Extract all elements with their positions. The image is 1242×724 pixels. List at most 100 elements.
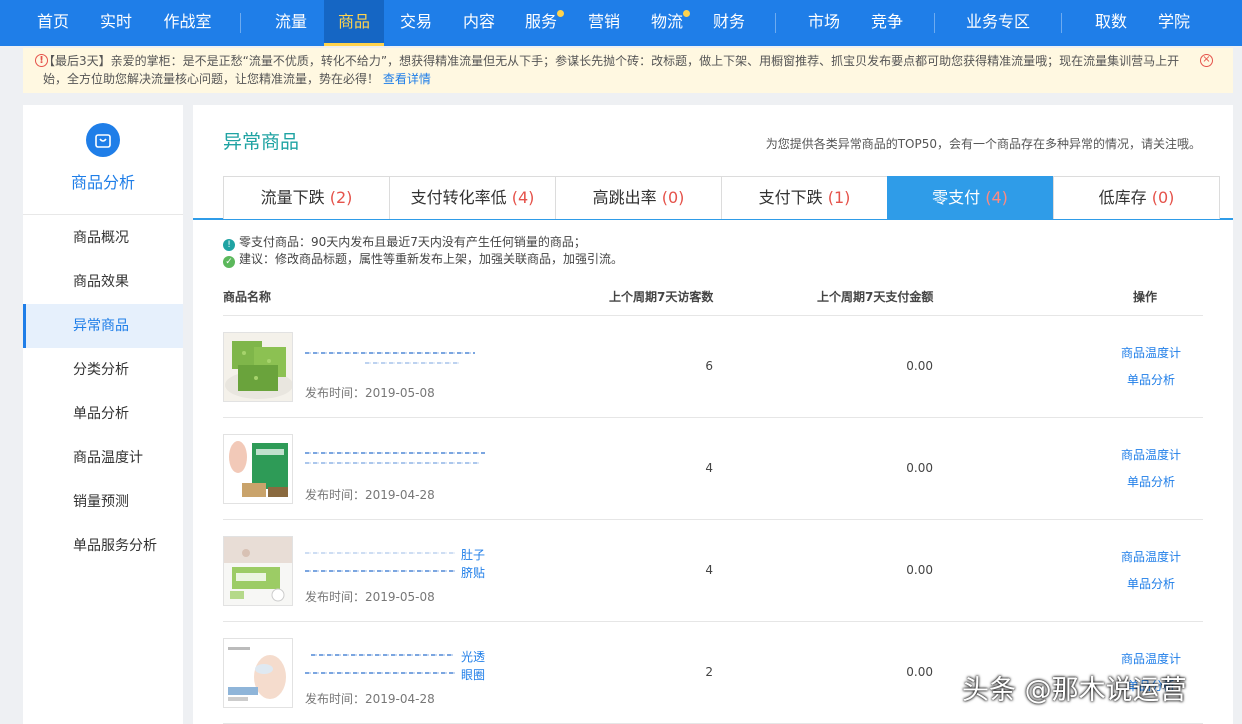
thermometer-link[interactable]: 商品温度计 xyxy=(1121,446,1181,463)
sidebar-item-abnormal[interactable]: 异常商品 xyxy=(23,304,183,348)
sidebar-item-effect[interactable]: 商品效果 xyxy=(23,260,183,304)
nav-realtime[interactable]: 实时 xyxy=(90,0,142,46)
product-name-link[interactable]: 肚子 脐贴 xyxy=(305,546,485,580)
table-row: 发布时间：2019-05-08 6 0.00 商品温度计 单品分析 xyxy=(223,316,1203,418)
tab-count: (4) xyxy=(985,188,1008,207)
logistics-notify-dot xyxy=(683,10,690,17)
nav-divider xyxy=(1061,13,1062,33)
publish-time: 发布时间：2019-04-28 xyxy=(305,488,435,502)
header-amount: 上个周期7天支付金额 xyxy=(817,290,934,304)
top-nav: 首页 实时 作战室 流量 商品 交易 内容 服务 营销 物流 财务 市场 竞争 … xyxy=(0,0,1242,46)
tab-label: 支付下跌 xyxy=(758,188,823,207)
amount-value: 0.00 xyxy=(906,665,933,679)
tab-label: 低库存 xyxy=(1098,188,1147,207)
product-name-link[interactable] xyxy=(305,342,485,372)
sidebar-item-single[interactable]: 单品分析 xyxy=(23,392,183,436)
page-title: 异常商品 xyxy=(223,131,300,153)
tab-label: 高跳出率 xyxy=(592,188,657,207)
sidebar-divider xyxy=(23,214,183,215)
tab-bar: 流量下跌 (2) 支付转化率低 (4) 高跳出率 (0) 支付下跌 (1) 零支… xyxy=(193,176,1233,220)
nav-war-room[interactable]: 作战室 xyxy=(155,0,220,46)
nav-logistics[interactable]: 物流 xyxy=(641,0,693,46)
tip-suggestion: ✓ 建议：修改商品标题，属性等重新发布上架，加强关联商品，加强引流。 xyxy=(223,250,623,268)
product-thumbnail[interactable] xyxy=(223,536,293,606)
single-analysis-link[interactable]: 单品分析 xyxy=(1127,473,1175,490)
product-name-fragment: 肚子 脐贴 xyxy=(461,548,486,580)
sidebar-title: 商品分析 xyxy=(70,173,135,192)
tab-zero-pay[interactable]: 零支付 (4) xyxy=(887,176,1053,219)
nav-divider xyxy=(240,13,241,33)
tab-traffic-drop[interactable]: 流量下跌 (2) xyxy=(223,176,390,219)
notice-details-link[interactable]: 查看详情 xyxy=(383,72,431,86)
tab-label: 流量下跌 xyxy=(260,188,325,207)
single-analysis-link[interactable]: 单品分析 xyxy=(1127,371,1175,388)
tip-text: 建议：修改商品标题，属性等重新发布上架，加强关联商品，加强引流。 xyxy=(239,252,624,266)
tab-count: (2) xyxy=(329,188,353,207)
nav-data-fetch[interactable]: 取数 xyxy=(1085,0,1137,46)
tab-label: 零支付 xyxy=(932,188,981,207)
thermometer-link[interactable]: 商品温度计 xyxy=(1121,344,1181,361)
nav-traffic[interactable]: 流量 xyxy=(263,0,319,46)
tab-low-conversion[interactable]: 支付转化率低 (4) xyxy=(389,176,556,219)
watermark: 头条 @那木说运营 xyxy=(962,675,1187,706)
header-visitors: 上个周期7天访客数 xyxy=(609,290,714,304)
product-thumbnail[interactable] xyxy=(223,434,293,504)
nav-academy[interactable]: 学院 xyxy=(1148,0,1200,46)
tab-pay-drop[interactable]: 支付下跌 (1) xyxy=(721,176,888,219)
publish-time: 发布时间：2019-04-28 xyxy=(305,692,435,706)
visitors-value: 2 xyxy=(705,665,713,679)
nav-business-zone[interactable]: 业务专区 xyxy=(958,0,1038,46)
sidebar-item-category[interactable]: 分类分析 xyxy=(23,348,183,392)
nav-compete[interactable]: 竞争 xyxy=(861,0,913,46)
sidebar-item-thermometer[interactable]: 商品温度计 xyxy=(23,436,183,480)
product-name-link[interactable]: 光透 眼圈 xyxy=(305,648,485,682)
sidebar-item-service[interactable]: 单品服务分析 xyxy=(23,524,183,568)
product-thumbnail[interactable] xyxy=(223,638,293,708)
nav-content[interactable]: 内容 xyxy=(453,0,505,46)
nav-trade[interactable]: 交易 xyxy=(390,0,442,46)
sidebar: 商品分析 商品概况 商品效果 异常商品 分类分析 单品分析 商品温度计 销量预测… xyxy=(23,105,183,724)
publish-time: 发布时间：2019-05-08 xyxy=(305,386,435,400)
nav-divider xyxy=(934,13,935,33)
tab-count: (0) xyxy=(1151,188,1175,207)
nav-marketing[interactable]: 营销 xyxy=(578,0,630,46)
check-icon: ✓ xyxy=(223,256,235,268)
close-icon[interactable]: × xyxy=(1200,54,1213,67)
main-panel: 异常商品 为您提供各类异常商品的TOP50，会有一个商品存在多种异常的情况，请关… xyxy=(193,105,1233,724)
tab-count: (0) xyxy=(661,188,685,207)
tip-definition: ! 零支付商品：90天内发布且最近7天内没有产生任何销量的商品； xyxy=(223,233,586,251)
single-analysis-link[interactable]: 单品分析 xyxy=(1127,575,1175,592)
visitors-value: 4 xyxy=(705,461,713,475)
visitors-value: 6 xyxy=(705,359,713,373)
tip-text: 零支付商品：90天内发布且最近7天内没有产生任何销量的商品； xyxy=(239,235,586,249)
nav-home[interactable]: 首页 xyxy=(28,0,78,46)
nav-divider xyxy=(775,13,776,33)
notice-text: 【最后3天】亲爱的掌柜：是不是正愁“流量不优质，转化不给力”，想获得精准流量但无… xyxy=(43,54,1180,86)
table-row: 肚子 脐贴 发布时间：2019-05-08 4 0.00 商品温度计 单品分析 xyxy=(223,520,1203,622)
nav-products[interactable]: 商品 xyxy=(324,0,384,46)
header-actions: 操作 xyxy=(1133,290,1158,304)
amount-value: 0.00 xyxy=(906,563,933,577)
sidebar-item-forecast[interactable]: 销量预测 xyxy=(23,480,183,524)
notice-banner: ! 【最后3天】亲爱的掌柜：是不是正愁“流量不优质，转化不给力”，想获得精准流量… xyxy=(23,48,1233,93)
publish-time: 发布时间：2019-05-08 xyxy=(305,590,435,604)
thermometer-link[interactable]: 商品温度计 xyxy=(1121,548,1181,565)
thermometer-link[interactable]: 商品温度计 xyxy=(1121,650,1181,667)
visitors-value: 4 xyxy=(705,563,713,577)
table-row: 发布时间：2019-04-28 4 0.00 商品温度计 单品分析 xyxy=(223,418,1203,520)
amount-value: 0.00 xyxy=(906,461,933,475)
product-name-fragment: 光透 眼圈 xyxy=(461,650,486,682)
nav-market[interactable]: 市场 xyxy=(798,0,850,46)
page-description: 为您提供各类异常商品的TOP50，会有一个商品存在多种异常的情况，请关注哦。 xyxy=(765,137,1201,151)
product-name-link[interactable] xyxy=(305,444,485,474)
product-thumbnail[interactable] xyxy=(223,332,293,402)
sidebar-item-overview[interactable]: 商品概况 xyxy=(23,216,183,260)
service-notify-dot xyxy=(557,10,564,17)
tab-low-stock[interactable]: 低库存 (0) xyxy=(1053,176,1220,219)
nav-finance[interactable]: 财务 xyxy=(703,0,755,46)
warning-icon: ! xyxy=(35,54,48,67)
tab-high-bounce[interactable]: 高跳出率 (0) xyxy=(555,176,722,219)
tab-count: (1) xyxy=(827,188,851,207)
nav-service[interactable]: 服务 xyxy=(515,0,567,46)
amount-value: 0.00 xyxy=(906,359,933,373)
